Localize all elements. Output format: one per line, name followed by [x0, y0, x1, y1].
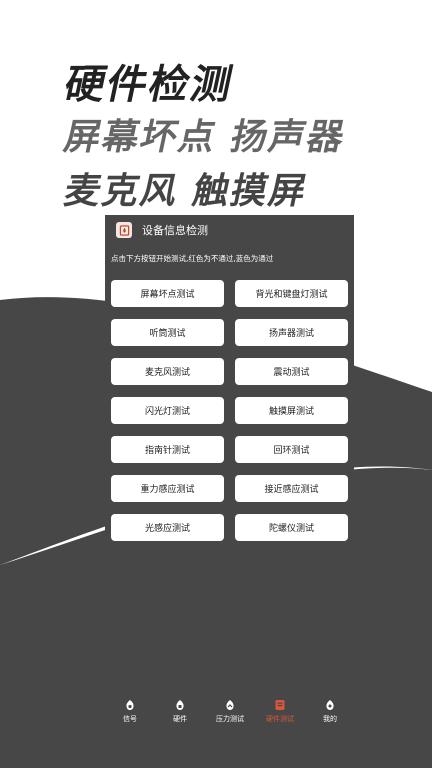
touchscreen-test-button[interactable]: 触摸屏测试 [235, 397, 348, 424]
earpiece-test-button[interactable]: 听筒测试 [111, 319, 224, 346]
gyroscope-test-button[interactable]: 陀螺仪测试 [235, 514, 348, 541]
compass-test-button[interactable]: 指南针测试 [111, 436, 224, 463]
tab-stress-test[interactable]: 压力测试 [205, 698, 255, 724]
instruction-text: 点击下方按钮开始测试,红色为不通过,蓝色为通过 [111, 254, 274, 263]
screen-dead-pixel-test-button[interactable]: 屏幕坏点测试 [111, 280, 224, 307]
microphone-test-button[interactable]: 麦克风测试 [111, 358, 224, 385]
signal-icon [126, 700, 134, 710]
chip-icon [176, 700, 184, 710]
app-bar: 设备信息检测 [105, 215, 354, 245]
tab-mine[interactable]: 我的 [305, 698, 355, 724]
vibration-test-button[interactable]: 震动测试 [235, 358, 348, 385]
bottom-tab-bar: 信号 硬件 压力测试 硬件测试 我的 [0, 698, 432, 734]
tab-label-signal: 信号 [123, 715, 137, 723]
hero-subtitle-2: 麦克风 触摸屏 [60, 171, 312, 212]
user-icon [326, 700, 334, 710]
flashlight-test-button[interactable]: 闪光灯测试 [111, 397, 224, 424]
tab-label-mine: 我的 [323, 715, 337, 723]
light-sensor-test-button[interactable]: 光感应测试 [111, 514, 224, 541]
tab-label-hardware: 硬件 [173, 715, 187, 723]
app-logo-icon [116, 222, 132, 238]
proximity-sensor-test-button[interactable]: 接近感应测试 [235, 475, 348, 502]
tab-hardware[interactable]: 硬件 [155, 698, 205, 724]
hero-title: 硬件检测 [60, 62, 239, 108]
tab-hardware-test[interactable]: 硬件测试 [255, 698, 305, 724]
tab-label-stress-test: 压力测试 [216, 715, 244, 723]
speaker-test-button[interactable]: 扬声器测试 [235, 319, 348, 346]
test-icon [275, 700, 285, 710]
app-screenshot: 设备信息检测 点击下方按钮开始测试,红色为不通过,蓝色为通过 屏幕坏点测试 背光… [105, 215, 354, 550]
tab-signal[interactable]: 信号 [105, 698, 155, 724]
app-title: 设备信息检测 [142, 224, 208, 237]
loopback-test-button[interactable]: 回环测试 [235, 436, 348, 463]
gauge-icon [226, 700, 234, 710]
hero-subtitle-1: 屏幕坏点 扬声器 [60, 117, 350, 158]
backlight-keyboard-test-button[interactable]: 背光和键盘灯测试 [235, 280, 348, 307]
gravity-sensor-test-button[interactable]: 重力感应测试 [111, 475, 224, 502]
tab-label-hardware-test: 硬件测试 [266, 715, 294, 723]
